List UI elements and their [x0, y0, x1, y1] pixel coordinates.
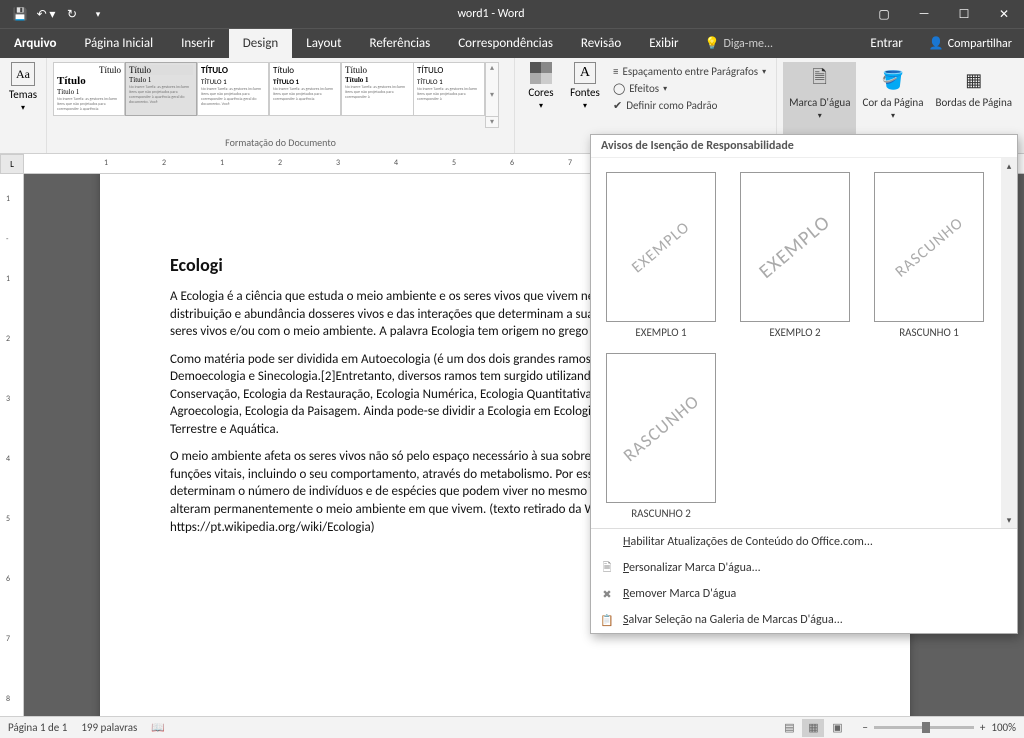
ruler-corner[interactable]: L — [0, 154, 24, 174]
paragraph-spacing-button[interactable]: ≡Espaçamento entre Parágrafos▾ — [609, 64, 770, 79]
colors-button[interactable]: Cores ▾ — [521, 62, 561, 111]
style-set-1[interactable]: Título Título Título 1 No insere Tarefa:… — [53, 62, 125, 116]
themes-icon: Aa — [11, 62, 35, 86]
share-label: Compartilhar — [948, 37, 1012, 51]
style-set-4[interactable]: Título TÍTULO 1 No insere Tarefa: as ges… — [269, 62, 341, 116]
tell-me-placeholder: Diga-me... — [723, 37, 773, 51]
fonts-button[interactable]: A Fontes ▾ — [565, 62, 605, 111]
tab-view[interactable]: Exibir — [635, 29, 692, 58]
menu-custom-watermark-label: ersonalizar Marca D'água... — [629, 561, 761, 575]
proofing-icon[interactable]: 📖 — [151, 721, 165, 734]
remove-icon: ✖ — [599, 586, 615, 602]
tab-insert[interactable]: Inserir — [167, 29, 229, 58]
redo-button[interactable]: ↻ — [60, 2, 84, 26]
tab-references[interactable]: Referências — [356, 29, 445, 58]
style-set-5[interactable]: Título Título 1 No insere Tarefa: as ges… — [341, 62, 413, 116]
view-buttons: ▤ ▦ ▣ — [778, 719, 848, 737]
effects-button[interactable]: ◯Efeitos▾ — [609, 81, 770, 96]
sign-in-link[interactable]: Entrar — [856, 29, 916, 58]
tab-mailings[interactable]: Correspondências — [444, 29, 567, 58]
tab-file[interactable]: Arquivo — [0, 29, 71, 58]
menu-remove-watermark[interactable]: ✖ Remover Marca D'água — [591, 581, 1017, 607]
status-bar: Página 1 de 1 199 palavras 📖 ▤ ▦ ▣ − + 1… — [0, 716, 1024, 738]
quick-access-toolbar: 💾 ↶ ▾ ↻ ▾ — [0, 2, 118, 26]
watermark-item-exemplo-1[interactable]: EXEMPLO EXEMPLO 1 — [601, 172, 721, 339]
read-mode-button[interactable]: ▤ — [778, 719, 800, 737]
page-borders-icon: ▦ — [960, 66, 988, 94]
word-count[interactable]: 199 palavras — [81, 721, 137, 734]
watermark-dropdown-panel: Avisos de Isenção de Responsabilidade EX… — [590, 134, 1018, 634]
zoom-control: − + 100% — [862, 721, 1016, 734]
themes-label: Temas — [9, 88, 37, 101]
watermark-item-rascunho-2[interactable]: RASCUNHO RASCUNHO 2 — [601, 353, 721, 520]
zoom-level[interactable]: 100% — [991, 721, 1016, 734]
page-indicator[interactable]: Página 1 de 1 — [8, 721, 67, 734]
effects-vgroup: ≡Espaçamento entre Parágrafos▾ ◯Efeitos▾… — [609, 62, 770, 113]
menu-save-gallery-label: alvar Seleção na Galeria de Marcas D'águ… — [629, 613, 843, 627]
tell-me-search[interactable]: 💡 Diga-me... — [693, 29, 786, 58]
tab-layout[interactable]: Layout — [292, 29, 355, 58]
save-gallery-icon: 📋 — [599, 612, 615, 628]
checkmark-icon: ✔ — [613, 99, 622, 112]
watermark-menu: Habilitar Atualizações de Conteúdo do Of… — [591, 528, 1017, 633]
window-controls: ▢ — ☐ ✕ — [864, 0, 1024, 28]
themes-group: Aa Temas ▾ — [0, 58, 47, 153]
style-set-expand[interactable]: ▴ ▾ ▾ — [485, 62, 499, 128]
style-set-3[interactable]: TÍTULO TÍTULO 1 No insere Tarefa: as ges… — [197, 62, 269, 116]
ribbon-tabs: Arquivo Página Inicial Inserir Design La… — [0, 28, 1024, 58]
watermark-panel-header: Avisos de Isenção de Responsabilidade — [591, 135, 1017, 158]
watermark-scrollbar[interactable]: ▴ ▾ — [1001, 158, 1017, 528]
set-default-button[interactable]: ✔Definir como Padrão — [609, 98, 770, 113]
menu-office-updates[interactable]: Habilitar Atualizações de Conteúdo do Of… — [591, 529, 1017, 555]
share-button[interactable]: 👤 Compartilhar — [917, 29, 1024, 58]
watermark-item-rascunho-1[interactable]: RASCUNHO RASCUNHO 1 — [869, 172, 989, 339]
document-formatting-group: Título Título Título 1 No insere Tarefa:… — [47, 58, 515, 153]
save-button[interactable]: 💾 — [8, 2, 32, 26]
minimize-button[interactable]: — — [904, 0, 944, 28]
zoom-in-button[interactable]: + — [980, 721, 985, 734]
print-layout-button[interactable]: ▦ — [802, 719, 824, 737]
document-title: word1 - Word — [118, 7, 864, 21]
vertical-ruler[interactable]: 1 - 1 2 3 4 5 6 7 8 — [0, 174, 24, 716]
zoom-out-button[interactable]: − — [862, 721, 867, 734]
title-bar: 💾 ↶ ▾ ↻ ▾ word1 - Word ▢ — ☐ ✕ — [0, 0, 1024, 28]
fonts-icon: A — [574, 62, 596, 84]
qat-customize[interactable]: ▾ — [86, 2, 110, 26]
scroll-down-icon[interactable]: ▾ — [1001, 512, 1017, 528]
watermark-gallery: EXEMPLO EXEMPLO 1 EXEMPLO EXEMPLO 2 RASC… — [591, 158, 1017, 528]
themes-button[interactable]: Aa Temas ▾ — [6, 62, 40, 113]
watermark-icon: 🗎 — [806, 66, 834, 94]
zoom-slider[interactable] — [874, 726, 974, 729]
style-set-gallery[interactable]: Título Título Título 1 No insere Tarefa:… — [53, 62, 508, 128]
formatting-group-label: Formatação do Documento — [53, 136, 508, 149]
style-set-2[interactable]: Título Título 1 No insere Tarefa: as ges… — [125, 62, 197, 116]
maximize-button[interactable]: ☐ — [944, 0, 984, 28]
lightbulb-icon: 💡 — [705, 36, 720, 51]
menu-remove-watermark-label: emover Marca D'água — [629, 587, 736, 601]
colors-icon — [530, 62, 552, 84]
undo-button[interactable]: ↶ ▾ — [34, 2, 58, 26]
close-button[interactable]: ✕ — [984, 0, 1024, 28]
tab-design[interactable]: Design — [229, 29, 292, 58]
menu-custom-watermark[interactable]: 🗎 Personalizar Marca D'água... — [591, 555, 1017, 581]
tab-home[interactable]: Página Inicial — [71, 29, 168, 58]
scroll-up-icon[interactable]: ▴ — [1001, 158, 1017, 174]
menu-office-updates-label: abilitar Atualizações de Conteúdo do Off… — [630, 535, 872, 549]
page-icon: 🗎 — [599, 560, 615, 576]
ribbon-display-options[interactable]: ▢ — [864, 0, 904, 28]
page-color-icon: 🪣 — [879, 66, 907, 94]
effects-icon: ◯ — [613, 82, 625, 95]
person-icon: 👤 — [929, 36, 944, 51]
paragraph-spacing-icon: ≡ — [613, 65, 618, 78]
web-layout-button[interactable]: ▣ — [826, 719, 848, 737]
watermark-item-exemplo-2[interactable]: EXEMPLO EXEMPLO 2 — [735, 172, 855, 339]
tab-review[interactable]: Revisão — [567, 29, 635, 58]
style-set-6[interactable]: TÍTULO TÍTULO 1 No insere Tarefa: as ges… — [413, 62, 485, 116]
menu-save-gallery[interactable]: 📋 Salvar Seleção na Galeria de Marcas D'… — [591, 607, 1017, 633]
